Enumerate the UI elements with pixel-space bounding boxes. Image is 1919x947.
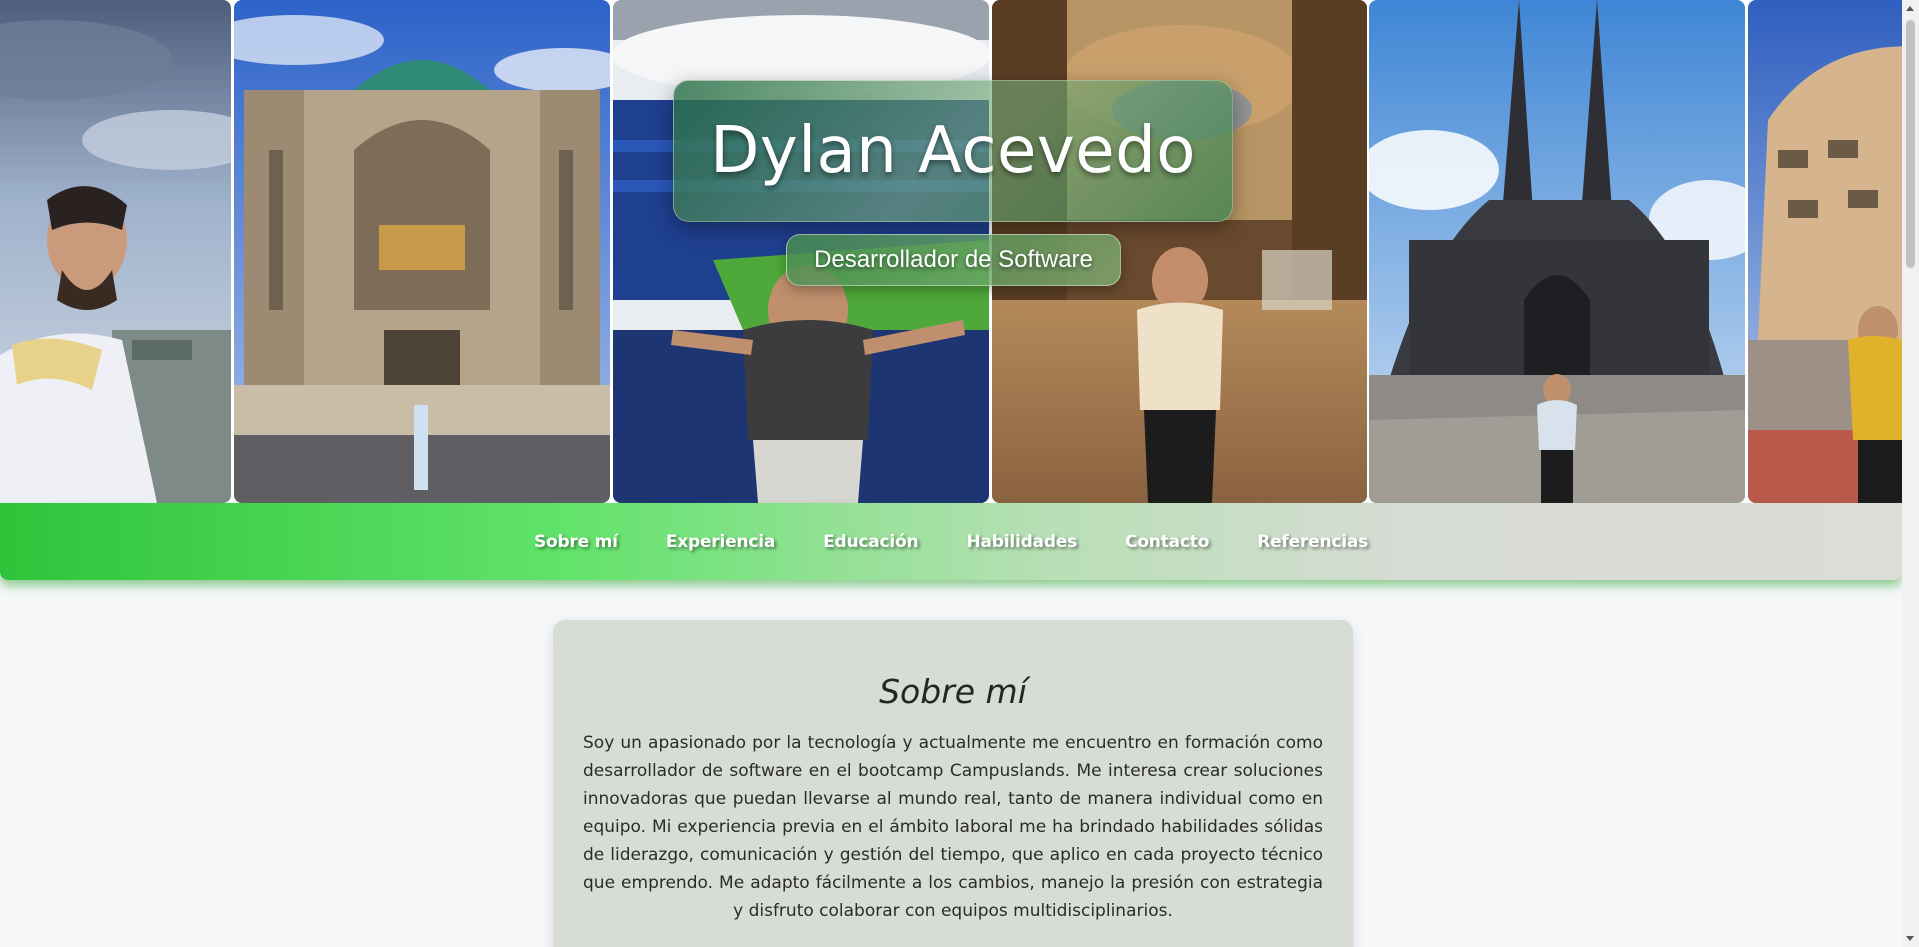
- nav-link-educacion[interactable]: Educación: [823, 532, 919, 552]
- nav-item-habilidades: Habilidades: [966, 532, 1077, 552]
- scroll-up-arrow-icon[interactable]: [1906, 6, 1914, 11]
- nav-link-referencias[interactable]: Referencias: [1257, 532, 1368, 552]
- hero-name: Dylan Acevedo: [710, 114, 1196, 188]
- hero-photo-berlin-cathedral: [234, 0, 610, 503]
- hero-banner: Dylan Acevedo Desarrollador de Software: [0, 0, 1902, 503]
- about-section: Sobre mí Soy un apasionado por la tecnol…: [553, 620, 1353, 947]
- scrollbar-thumb[interactable]: [1906, 20, 1915, 268]
- hero-photo-casa-mila: [1748, 0, 1902, 503]
- about-heading: Sobre mí: [879, 672, 1027, 711]
- hero-role-pill: Desarrollador de Software: [786, 234, 1121, 286]
- scroll-down-arrow-icon[interactable]: [1906, 936, 1914, 941]
- page: Dylan Acevedo Desarrollador de Software …: [0, 0, 1902, 947]
- nav-link-habilidades[interactable]: Habilidades: [966, 532, 1077, 552]
- nav-item-experiencia: Experiencia: [666, 532, 775, 552]
- nav-link-experiencia[interactable]: Experiencia: [666, 532, 775, 552]
- nav-item-contacto: Contacto: [1125, 532, 1209, 552]
- about-text: Soy un apasionado por la tecnología y ac…: [583, 733, 1323, 921]
- nav-link-contacto[interactable]: Contacto: [1125, 532, 1209, 552]
- nav-item-sobre-mi: Sobre mí: [534, 532, 618, 552]
- nav-link-sobre-mi[interactable]: Sobre mí: [534, 532, 618, 552]
- main-nav: Sobre mí Experiencia Educación Habilidad…: [0, 503, 1902, 580]
- hero-title-box: Dylan Acevedo: [673, 80, 1233, 222]
- nav-item-educacion: Educación: [823, 532, 919, 552]
- nav-item-referencias: Referencias: [1257, 532, 1368, 552]
- hero-role: Desarrollador de Software: [814, 246, 1093, 273]
- hero-photo-portrait: [0, 0, 231, 503]
- nav-list: Sobre mí Experiencia Educación Habilidad…: [510, 532, 1392, 552]
- page-scrollbar[interactable]: [1902, 0, 1919, 947]
- hero-photo-cologne-cathedral: [1369, 0, 1745, 503]
